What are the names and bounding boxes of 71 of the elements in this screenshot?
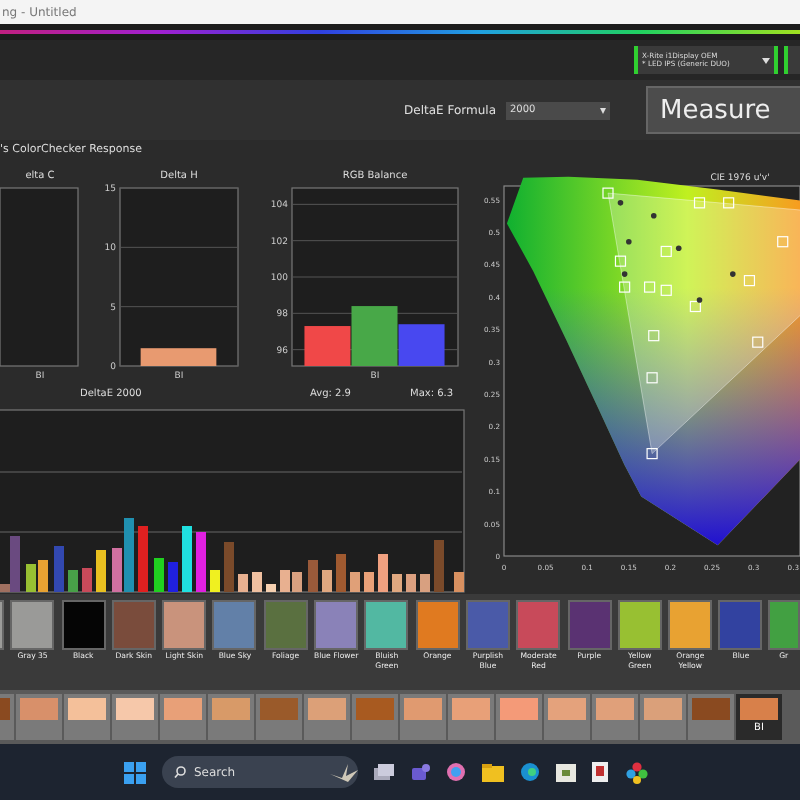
bar — [350, 572, 360, 592]
color-swatch[interactable] — [212, 600, 257, 650]
skin-swatch-tile[interactable] — [16, 694, 62, 740]
color-swatch[interactable] — [111, 600, 156, 650]
task-view-icon[interactable] — [374, 763, 394, 781]
search-icon — [174, 766, 186, 778]
dropdown[interactable] — [784, 46, 800, 74]
color-swatch[interactable] — [617, 600, 662, 650]
skin-swatch-tile[interactable] — [688, 694, 734, 740]
bar — [210, 570, 220, 592]
bar — [336, 554, 346, 592]
windows-logo-icon[interactable] — [124, 761, 146, 783]
bar — [420, 574, 430, 592]
bar — [54, 546, 64, 592]
bar — [364, 572, 374, 592]
skin-swatch-tile[interactable] — [208, 694, 254, 740]
skin-swatch-tile[interactable] — [448, 694, 494, 740]
bar — [154, 558, 164, 592]
bar — [96, 550, 106, 592]
bird-icon — [330, 763, 358, 781]
color-swatch[interactable] — [567, 600, 612, 650]
color-swatch[interactable] — [668, 600, 713, 650]
color-swatch[interactable] — [314, 600, 359, 650]
caret-icon — [762, 57, 770, 63]
bar — [224, 542, 234, 592]
skin-swatch-tile[interactable] — [352, 694, 398, 740]
color-swatch[interactable] — [767, 600, 800, 650]
color-swatch[interactable] — [162, 600, 207, 650]
bar — [168, 562, 178, 592]
calendar-app-icon[interactable] — [556, 763, 576, 781]
skin-swatch-tile[interactable] — [64, 694, 110, 740]
document-app-icon[interactable] — [592, 761, 610, 783]
skin-swatch-tile[interactable] — [112, 694, 158, 740]
bar — [308, 560, 318, 592]
bar — [434, 540, 444, 592]
color-swatch[interactable] — [364, 600, 409, 650]
skin-swatch-tile[interactable] — [640, 694, 686, 740]
bar — [82, 568, 92, 592]
colorful-app-icon[interactable] — [626, 761, 648, 783]
color-swatch[interactable] — [263, 600, 308, 650]
bar — [252, 572, 262, 592]
browser-icon[interactable] — [520, 762, 540, 782]
skin-swatch-tile[interactable] — [592, 694, 638, 740]
swirl-app-icon[interactable] — [446, 762, 466, 782]
bar — [182, 526, 192, 592]
bar — [454, 572, 464, 592]
skin-swatch-tile[interactable] — [400, 694, 446, 740]
caret-icon — [600, 107, 606, 113]
measure-button[interactable]: Measure — [646, 86, 800, 134]
color-swatch[interactable] — [516, 600, 561, 650]
skin-swatch-tile[interactable] — [544, 694, 590, 740]
color-swatch[interactable] — [465, 600, 510, 650]
bar — [378, 554, 388, 592]
bar — [392, 574, 402, 592]
color-swatch[interactable] — [61, 600, 106, 650]
bar — [322, 570, 332, 592]
bar — [238, 574, 248, 592]
skin-swatch-tile[interactable] — [160, 694, 206, 740]
skin-swatch-tile[interactable] — [496, 694, 542, 740]
bar — [68, 570, 78, 592]
bar — [266, 584, 276, 592]
skin-swatch-tile[interactable] — [256, 694, 302, 740]
color-swatch[interactable] — [10, 600, 55, 650]
folder-icon[interactable] — [482, 763, 504, 781]
chat-app-icon[interactable] — [410, 763, 430, 781]
bar — [196, 532, 206, 592]
color-swatch[interactable] — [718, 600, 763, 650]
bar — [138, 526, 148, 592]
color-swatch[interactable] — [415, 600, 460, 650]
bar — [406, 574, 416, 592]
skin-swatch-tile[interactable] — [304, 694, 350, 740]
